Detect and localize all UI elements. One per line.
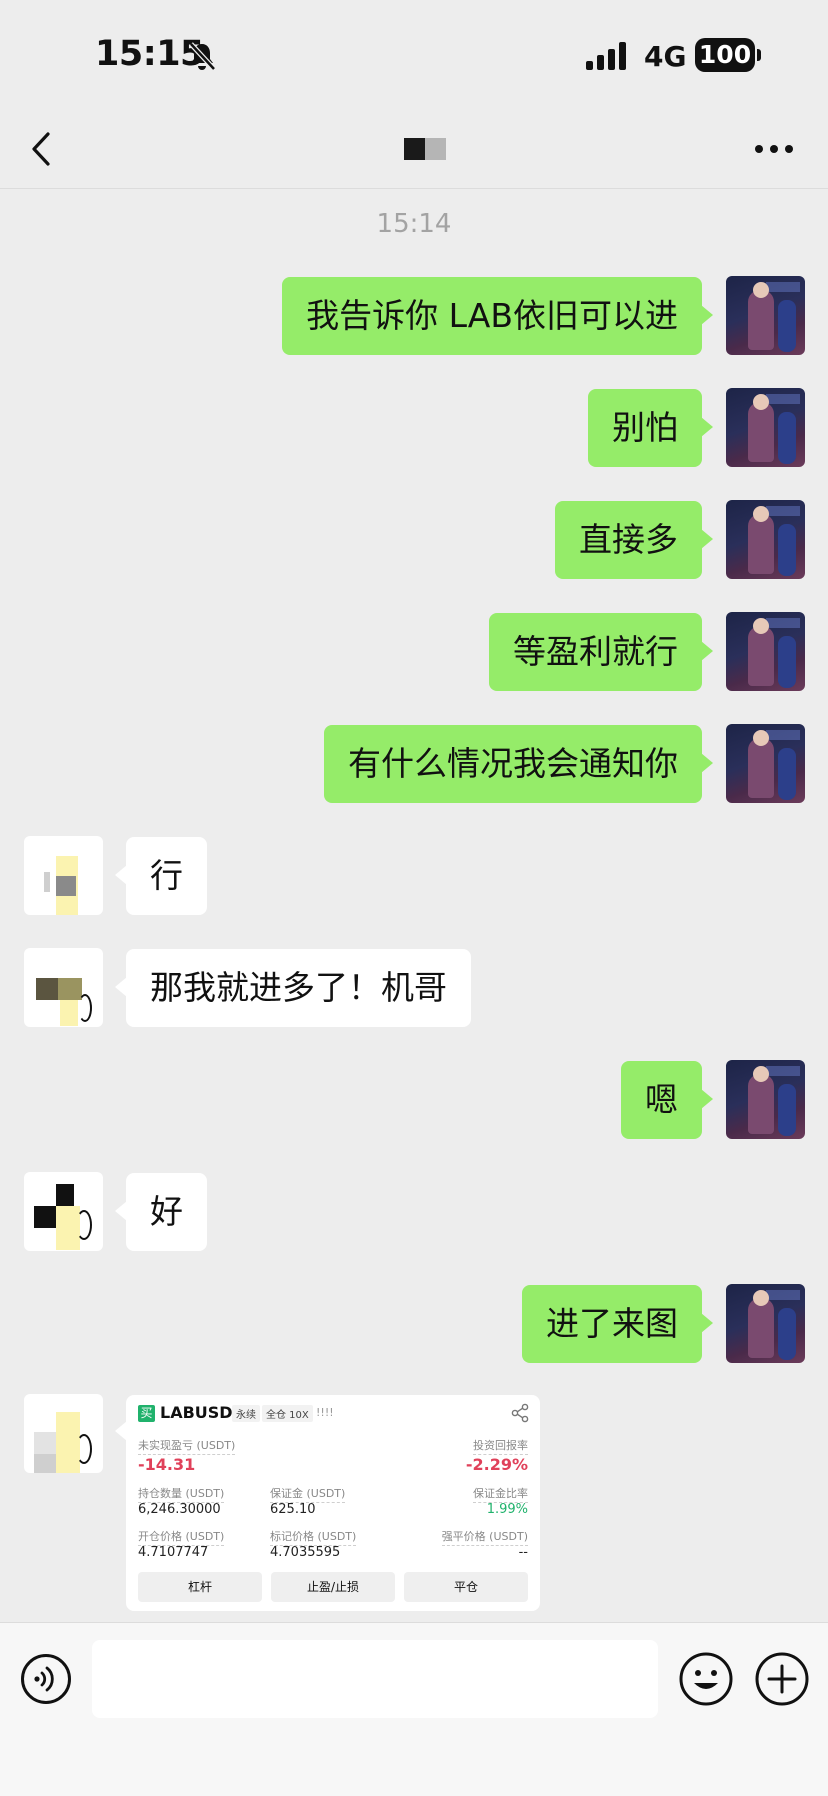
share-icon[interactable] [510,1403,530,1423]
message-bubble[interactable]: 直接多 [555,501,713,579]
buy-badge: 买 [138,1405,155,1422]
signal-icon [586,42,626,70]
contact-avatar[interactable] [24,1394,103,1473]
position-qty-label: 持仓数量 (USDT) [138,1485,225,1503]
message-bubble[interactable]: 好 [115,1173,207,1251]
margin-ratio-value: 1.99% [486,1502,528,1517]
symbol-label: LABUSDT [160,1403,244,1422]
signal-bars: !!!! [316,1406,334,1419]
voice-icon[interactable] [20,1653,72,1705]
entry-price-value: 4.7107747 [138,1545,209,1560]
roi-value: -2.29% [465,1455,528,1474]
chat-header [0,110,828,189]
close-position-button[interactable]: 平仓 [404,1572,528,1602]
position-qty-value: 6,246.30000 [138,1502,221,1517]
my-avatar[interactable] [726,612,805,691]
emoji-icon[interactable] [678,1651,734,1707]
message-bubble[interactable]: 那我就进多了！机哥 [115,949,471,1027]
message-bubble[interactable]: 行 [115,837,207,915]
trade-position-card[interactable]: 买 LABUSDT 永续 全仓 10X !!!! 未实现盈亏 (USDT) 投资… [115,1395,540,1611]
my-avatar[interactable] [726,500,805,579]
leverage-button[interactable]: 杠杆 [138,1572,262,1602]
my-avatar[interactable] [726,388,805,467]
margin-value: 625.10 [270,1502,316,1517]
roi-label: 投资回报率 [473,1437,528,1455]
contact-avatar[interactable] [24,1172,103,1251]
mark-price-value: 4.7035595 [270,1545,341,1560]
entry-price-label: 开仓价格 (USDT) [138,1528,225,1546]
battery-cap [757,49,761,61]
chat-input-bar [0,1622,828,1796]
my-avatar[interactable] [726,724,805,803]
chevron-left-icon[interactable] [24,126,64,172]
message-timestamp: 15:14 [376,209,452,239]
battery-icon: 100 [695,38,755,72]
tp-sl-button[interactable]: 止盈/止损 [271,1572,395,1602]
my-avatar[interactable] [726,1060,805,1139]
bell-muted-icon [189,42,216,71]
message-bubble[interactable]: 有什么情况我会通知你 [324,725,713,803]
message-bubble[interactable]: 别怕 [588,389,713,467]
status-bar: 15:15 4G 100 [0,0,828,110]
message-input[interactable] [92,1640,658,1718]
unrealized-pnl-value: -14.31 [138,1455,196,1474]
margin-label: 保证金 (USDT) [270,1485,346,1503]
liq-price-label: 强平价格 (USDT) [441,1528,528,1546]
mark-price-label: 标记价格 (USDT) [270,1528,357,1546]
network-type: 4G [644,40,687,73]
contact-name-redacted [404,138,446,160]
message-bubble[interactable]: 嗯 [621,1061,713,1139]
perpetual-tag: 永续 [232,1405,260,1422]
contact-avatar[interactable] [24,948,103,1027]
message-bubble[interactable]: 我告诉你 LAB依旧可以进 [282,277,713,355]
more-dots-icon[interactable] [752,136,796,162]
plus-icon[interactable] [754,1651,810,1707]
margin-ratio-label: 保证金比率 [473,1485,528,1503]
contact-avatar[interactable] [24,836,103,915]
my-avatar[interactable] [726,1284,805,1363]
liq-price-value: -- [518,1545,528,1560]
margin-mode-tag: 全仓 10X [262,1405,313,1422]
unrealized-pnl-label: 未实现盈亏 (USDT) [138,1437,236,1455]
message-bubble[interactable]: 进了来图 [522,1285,713,1363]
message-bubble[interactable]: 等盈利就行 [489,613,713,691]
my-avatar[interactable] [726,276,805,355]
